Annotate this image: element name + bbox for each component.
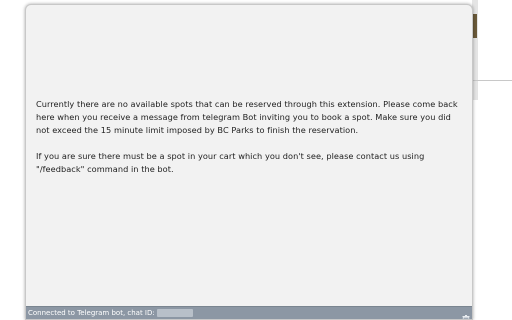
connection-status: Connected to Telegram bot, chat ID: [28, 309, 155, 317]
status-bar: Connected to Telegram bot, chat ID: [26, 306, 472, 319]
background-divider [472, 80, 512, 81]
background-window-marker [473, 14, 477, 38]
message-area: Currently there are no available spots t… [36, 98, 466, 189]
contact-message: If you are sure there must be a spot in … [36, 151, 425, 174]
no-spots-message: Currently there are no available spots t… [36, 99, 458, 135]
trash-icon[interactable] [462, 309, 470, 319]
chat-id-redacted [156, 309, 193, 317]
extension-popup: Currently there are no available spots t… [25, 4, 473, 320]
desktop-background: Currently there are no available spots t… [0, 0, 512, 320]
